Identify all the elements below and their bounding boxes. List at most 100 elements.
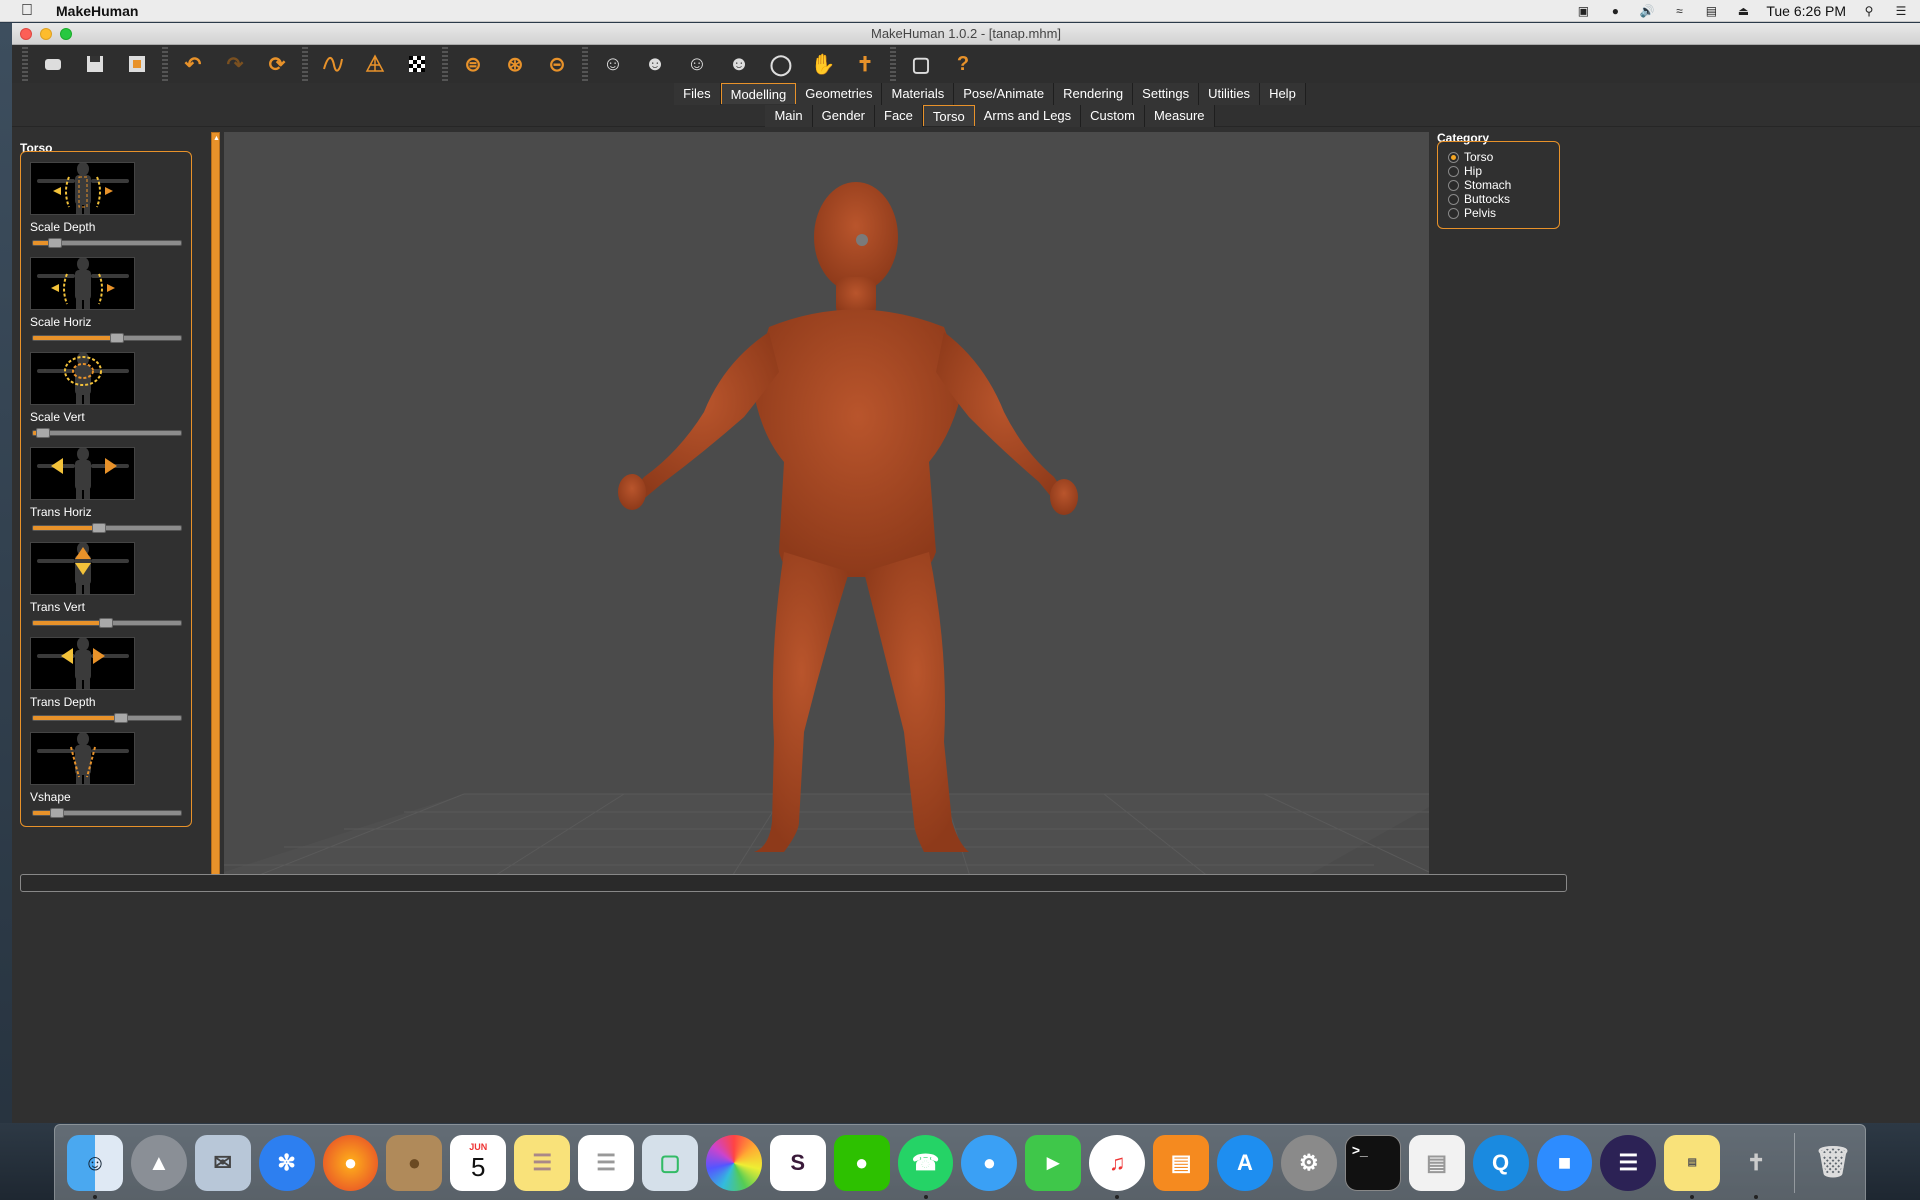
zoom-icon[interactable]: ■ (1536, 1134, 1593, 1191)
panel-splitter[interactable]: ▲ ▼ (211, 132, 220, 888)
subtab-face[interactable]: Face (875, 105, 923, 127)
mail-icon[interactable]: ✉ (194, 1134, 251, 1191)
screenshot-icon[interactable]: ▢ (904, 47, 938, 81)
clock[interactable]: Tue 6:26 PM (1766, 3, 1846, 19)
eclipse-icon[interactable]: ☰ (1600, 1134, 1657, 1191)
slider-handle[interactable] (50, 808, 64, 818)
smooth-icon[interactable] (316, 47, 350, 81)
left-view-icon[interactable]: ⊝ (540, 47, 574, 81)
ibooks-icon[interactable]: ▤ (1153, 1134, 1210, 1191)
new-icon[interactable] (36, 47, 70, 81)
wechat-icon[interactable]: ● (833, 1134, 890, 1191)
right-view-icon[interactable]: ☺ (596, 47, 630, 81)
radio-button[interactable] (1448, 179, 1459, 191)
radio-button[interactable] (1448, 193, 1459, 205)
bottom-view-icon[interactable]: ☺ (680, 47, 714, 81)
subtab-arms-and-legs[interactable]: Arms and Legs (974, 105, 1082, 127)
front-view-icon[interactable]: ⊜ (456, 47, 490, 81)
eject-icon[interactable]: ⏏ (1734, 4, 1752, 18)
calendar-icon[interactable]: JUN 5 (450, 1134, 507, 1191)
reset-icon[interactable]: ⟳ (260, 47, 294, 81)
trans-vert-thumbnail[interactable] (30, 542, 135, 595)
vshape-thumbnail[interactable] (30, 732, 135, 785)
list-icon[interactable]: ☰ (1892, 4, 1910, 18)
global-camera-icon[interactable]: ◯ (764, 47, 798, 81)
slider-handle[interactable] (92, 523, 106, 533)
radio-button[interactable] (1448, 165, 1459, 177)
messages-icon[interactable]: ● (961, 1134, 1018, 1191)
category-option-stomach[interactable]: Stomach (1448, 178, 1559, 192)
notes-icon[interactable]: ☰ (514, 1134, 571, 1191)
display-icon[interactable]: ▤ (1702, 4, 1720, 18)
finder-icon[interactable]: ☺ (67, 1134, 123, 1199)
whatsapp-icon[interactable]: ☎ (897, 1134, 954, 1199)
tab-geometries[interactable]: Geometries (796, 83, 883, 105)
scale-horiz-thumbnail[interactable] (30, 257, 135, 310)
slider-track[interactable] (32, 335, 182, 341)
wireframe-icon[interactable] (358, 47, 392, 81)
safari-icon[interactable]: ✼ (258, 1134, 315, 1191)
slider-track[interactable] (32, 715, 182, 721)
search-icon[interactable]: ⚲ (1860, 4, 1878, 18)
tab-settings[interactable]: Settings (1133, 83, 1200, 105)
quicktime-icon[interactable]: Q (1472, 1134, 1529, 1191)
app-menu-name[interactable]: MakeHuman (56, 3, 138, 19)
contacts-icon[interactable]: ● (386, 1134, 443, 1191)
3d-viewport[interactable] (224, 132, 1429, 889)
tab-files[interactable]: Files (674, 83, 721, 105)
launchpad-icon[interactable]: ▲ (130, 1134, 187, 1191)
export-icon[interactable] (120, 47, 154, 81)
trash-icon[interactable]: 🗑 (1805, 1135, 1861, 1191)
tab-help[interactable]: Help (1260, 83, 1306, 105)
minimize-window-button[interactable] (40, 28, 52, 40)
undo-icon[interactable]: ↶ (176, 47, 210, 81)
reminders-icon[interactable]: ☰ (578, 1134, 635, 1191)
slider-handle[interactable] (114, 713, 128, 723)
apple-menu-icon[interactable]:  (18, 2, 36, 20)
radio-button[interactable] (1448, 207, 1459, 219)
category-option-buttocks[interactable]: Buttocks (1448, 192, 1559, 206)
terminal-icon[interactable]: >_ (1344, 1134, 1401, 1191)
itunes-icon[interactable]: ♫ (1089, 1134, 1146, 1199)
symmetry-icon[interactable]: ✝ (848, 47, 882, 81)
system-preferences-icon[interactable]: ⚙ (1280, 1134, 1337, 1191)
tab-modelling[interactable]: Modelling (720, 83, 797, 104)
tab-rendering[interactable]: Rendering (1054, 83, 1134, 105)
help-icon[interactable]: ? (946, 47, 980, 81)
category-option-hip[interactable]: Hip (1448, 164, 1559, 178)
category-option-torso[interactable]: Torso (1448, 150, 1559, 164)
slider-handle[interactable] (110, 333, 124, 343)
slider-handle[interactable] (48, 238, 62, 248)
scale-vert-thumbnail[interactable] (30, 352, 135, 405)
face-camera-icon[interactable]: ✋ (806, 47, 840, 81)
splitter-up-arrow[interactable]: ▲ (213, 135, 220, 142)
subtab-custom[interactable]: Custom (1081, 105, 1145, 127)
zoom-window-button[interactable] (60, 28, 72, 40)
app-store-icon[interactable]: A (1217, 1134, 1273, 1191)
trans-depth-thumbnail[interactable] (30, 637, 135, 690)
category-option-pelvis[interactable]: Pelvis (1448, 206, 1559, 220)
adobe-icon[interactable]: ▣ (1574, 4, 1592, 18)
subtab-gender[interactable]: Gender (812, 105, 876, 127)
wifi-icon[interactable]: ≈ (1670, 4, 1688, 18)
firefox-icon[interactable]: ● (322, 1134, 379, 1191)
facetime-icon[interactable]: ► (1025, 1134, 1082, 1191)
human-model-render[interactable] (224, 132, 1429, 889)
subtab-main[interactable]: Main (765, 105, 813, 127)
back-view-icon[interactable]: ⊛ (498, 47, 532, 81)
flame-icon[interactable]: ● (1606, 4, 1624, 18)
save-icon[interactable] (78, 47, 112, 81)
subtab-torso[interactable]: Torso (922, 105, 975, 126)
trans-horiz-thumbnail[interactable] (30, 447, 135, 500)
scale-depth-thumbnail[interactable] (30, 162, 135, 215)
redo-icon[interactable]: ↷ (218, 47, 252, 81)
slider-track[interactable] (32, 430, 182, 436)
preview-icon[interactable]: ▢ (642, 1134, 698, 1191)
textedit-icon[interactable]: ▤ (1408, 1134, 1465, 1191)
subtab-measure[interactable]: Measure (1144, 105, 1215, 127)
slider-handle[interactable] (99, 618, 113, 628)
background-icon[interactable] (400, 47, 434, 81)
top-view-icon[interactable]: ☻ (638, 47, 672, 81)
tab-utilities[interactable]: Utilities (1199, 83, 1261, 105)
volume-icon[interactable]: 🔊 (1638, 4, 1656, 18)
